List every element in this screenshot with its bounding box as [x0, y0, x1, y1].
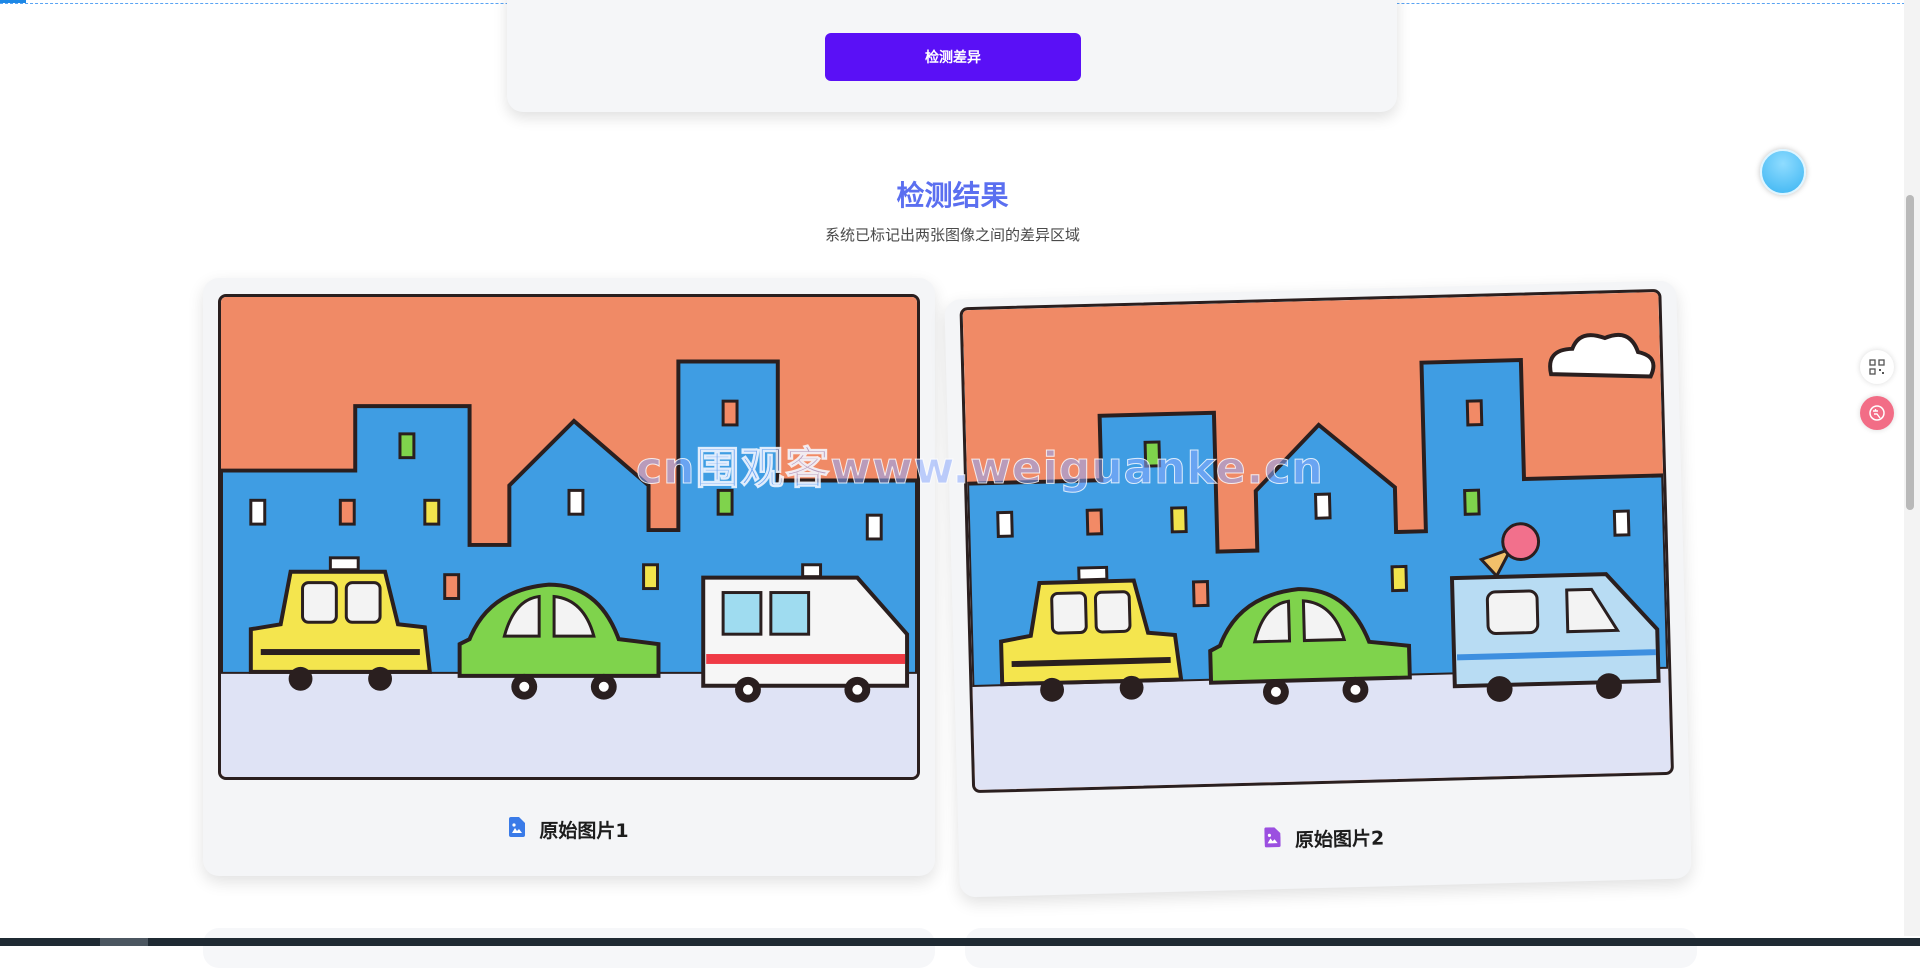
floating-assistant-button[interactable]	[1760, 149, 1806, 195]
city-cars-illustration-1	[221, 297, 917, 777]
original-image-1[interactable]	[218, 294, 920, 780]
detect-differences-button[interactable]: 检测差异	[825, 33, 1081, 81]
watermark: cn围观客www.weiguanke.cn	[636, 443, 1324, 495]
taskbar-item[interactable]	[100, 938, 148, 946]
scrollbar-thumb[interactable]	[1906, 195, 1914, 510]
translate-icon[interactable]	[1860, 396, 1894, 430]
image-caption-text-2: 原始图片2	[1294, 827, 1385, 852]
image-file-icon	[509, 817, 526, 842]
image-caption-1: 原始图片1	[203, 816, 935, 843]
results-subtitle: 系统已标记出两张图像之间的差异区域	[824, 226, 1080, 244]
next-card-1	[203, 928, 935, 968]
taskbar	[0, 938, 1920, 946]
image-file-icon	[1264, 827, 1282, 852]
image-caption-text-1: 原始图片1	[539, 820, 629, 842]
city-cars-illustration-2	[962, 291, 1671, 791]
original-image-2[interactable]	[959, 288, 1674, 794]
original-image-card-1: 原始图片1	[203, 278, 935, 876]
qr-scan-icon[interactable]	[1860, 350, 1894, 384]
original-image-card-2: 原始图片2	[944, 280, 1692, 898]
results-title: 检测结果	[896, 179, 1009, 212]
next-card-2	[965, 928, 1697, 968]
image-caption-2: 原始图片2	[958, 815, 1690, 861]
